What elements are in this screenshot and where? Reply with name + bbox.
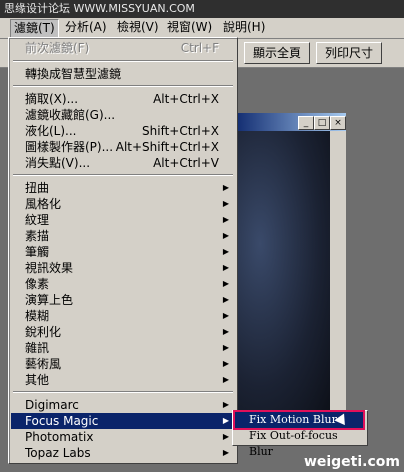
menu-item-pattern-maker[interactable]: 圖樣製作器(P)... Alt+Shift+Ctrl+X <box>11 139 235 155</box>
close-icon[interactable]: × <box>330 116 346 130</box>
focus-magic-submenu: Fix Motion Blur Fix Out-of-focus Blur <box>232 410 368 458</box>
menu-item-texture[interactable]: 紋理 ▶ <box>11 212 235 228</box>
print-size-button[interactable]: 列印尺寸 <box>316 42 383 64</box>
submenu-arrow-icon: ▶ <box>222 183 229 192</box>
vertical-scrollbar[interactable] <box>330 131 346 413</box>
menu-item-focus-magic[interactable]: Focus Magic ▶ <box>11 413 235 429</box>
menu-item-other[interactable]: 其他 ▶ <box>11 372 235 388</box>
submenu-arrow-icon: ▶ <box>222 400 229 409</box>
menu-help[interactable]: 說明(H) <box>220 19 268 36</box>
menu-item-sketch[interactable]: 素描 ▶ <box>11 228 235 244</box>
menu-item-fix-out-of-focus-blur[interactable]: Fix Out-of-focus Blur <box>235 428 363 458</box>
menu-item-photomatix[interactable]: Photomatix ▶ <box>11 429 235 445</box>
menu-analysis[interactable]: 分析(A) <box>62 19 110 36</box>
fit-screen-button[interactable]: 顯示全頁 <box>244 42 311 64</box>
submenu-arrow-icon: ▶ <box>222 295 229 304</box>
submenu-arrow-icon: ▶ <box>222 432 229 441</box>
menu-item-vanishing-point[interactable]: 消失點(V)... Alt+Ctrl+V <box>11 155 235 171</box>
menu-separator <box>13 85 233 87</box>
submenu-arrow-icon: ▶ <box>222 311 229 320</box>
menu-item-render[interactable]: 演算上色 ▶ <box>11 292 235 308</box>
submenu-arrow-icon: ▶ <box>222 279 229 288</box>
menu-item-distort[interactable]: 扭曲 ▶ <box>11 180 235 196</box>
menu-item-blur[interactable]: 模糊 ▶ <box>11 308 235 324</box>
watermark-bottom: weigeti.com <box>303 454 400 470</box>
menu-item-topaz-labs[interactable]: Topaz Labs ▶ <box>11 445 235 461</box>
minimize-icon[interactable]: _ <box>298 116 314 130</box>
menu-item-liquify[interactable]: 液化(L)... Shift+Ctrl+X <box>11 123 235 139</box>
submenu-arrow-icon: ▶ <box>222 343 229 352</box>
submenu-arrow-icon: ▶ <box>222 448 229 457</box>
menubar: 濾鏡(T) 分析(A) 檢視(V) 視窗(W) 說明(H) <box>0 18 404 39</box>
filter-dropdown-menu: 前次濾鏡(F) Ctrl+F 轉換成智慧型濾鏡 摘取(X)... Alt+Ctrl+… <box>8 37 238 464</box>
submenu-arrow-icon: ▶ <box>222 199 229 208</box>
document-image <box>230 131 330 413</box>
submenu-arrow-icon: ▶ <box>222 416 229 425</box>
menu-view[interactable]: 檢視(V) <box>114 19 162 36</box>
menu-separator <box>13 60 233 62</box>
submenu-arrow-icon: ▶ <box>222 263 229 272</box>
maximize-icon[interactable]: □ <box>314 116 330 130</box>
watermark-top: 思缘设计论坛 WWW.MISSYUAN.COM <box>0 0 404 18</box>
menu-separator <box>13 391 233 393</box>
menu-item-digimarc[interactable]: Digimarc ▶ <box>11 397 235 413</box>
submenu-arrow-icon: ▶ <box>222 327 229 336</box>
submenu-arrow-icon: ▶ <box>222 231 229 240</box>
submenu-arrow-icon: ▶ <box>222 247 229 256</box>
menu-item-artistic[interactable]: 藝術風 ▶ <box>11 356 235 372</box>
menu-item-noise[interactable]: 雜訊 ▶ <box>11 340 235 356</box>
menu-separator <box>13 174 233 176</box>
submenu-arrow-icon: ▶ <box>222 359 229 368</box>
menu-window[interactable]: 視窗(W) <box>164 19 215 36</box>
menu-item-pixelate[interactable]: 像素 ▶ <box>11 276 235 292</box>
menu-item-video[interactable]: 視訊效果 ▶ <box>11 260 235 276</box>
menu-filter[interactable]: 濾鏡(T) <box>10 19 59 38</box>
menu-item-filter-gallery[interactable]: 濾鏡收藏館(G)... <box>11 107 235 123</box>
menu-item-sharpen[interactable]: 銳利化 ▶ <box>11 324 235 340</box>
submenu-arrow-icon: ▶ <box>222 375 229 384</box>
menu-item-last-filter: 前次濾鏡(F) Ctrl+F <box>25 41 219 55</box>
menu-item-brush-strokes[interactable]: 筆觸 ▶ <box>11 244 235 260</box>
menu-item-convert-smart-filter[interactable]: 轉換成智慧型濾鏡 <box>11 66 235 82</box>
submenu-arrow-icon: ▶ <box>222 215 229 224</box>
menu-item-stylize[interactable]: 風格化 ▶ <box>11 196 235 212</box>
menu-item-extract[interactable]: 摘取(X)... Alt+Ctrl+X <box>11 91 235 107</box>
